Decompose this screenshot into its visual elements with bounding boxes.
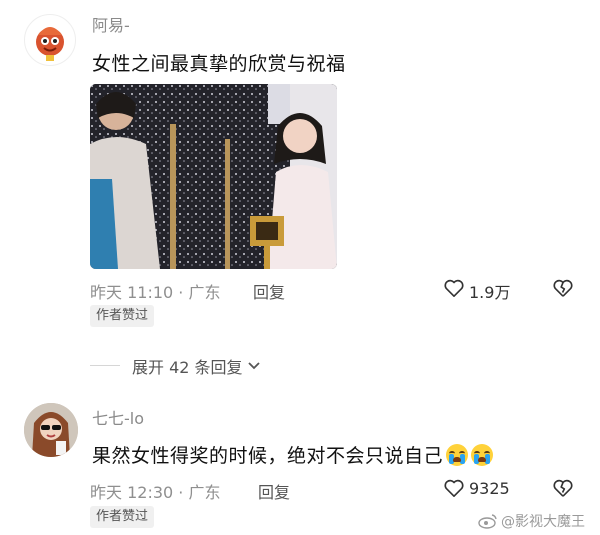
- crying-face-emoji: [471, 444, 494, 466]
- heart-outline-icon[interactable]: [443, 478, 465, 498]
- broken-heart-icon[interactable]: [552, 478, 574, 498]
- broken-heart-icon[interactable]: [552, 278, 574, 298]
- reply-button[interactable]: 回复: [253, 279, 285, 303]
- watermark: @影视大魔王: [478, 511, 585, 531]
- comment-username[interactable]: 七七-lo: [92, 405, 144, 429]
- comment-username[interactable]: 阿易-: [92, 12, 130, 36]
- cartoon-avatar-icon: [36, 27, 64, 61]
- comment-meta: 昨天 11:10 · 广东: [90, 283, 221, 302]
- heart-outline-icon[interactable]: [443, 278, 465, 298]
- author-liked-badge: 作者赞过: [90, 506, 155, 528]
- comment-text: 果然女性得奖的时候，绝对不会只说自己: [92, 441, 494, 468]
- comment-text: 女性之间最真挚的欣赏与祝福: [92, 53, 346, 75]
- watermark-text: @影视大魔王: [501, 514, 585, 530]
- photo-avatar-icon: [24, 403, 78, 457]
- divider: [90, 365, 120, 366]
- weibo-logo-icon: [478, 513, 498, 529]
- author-liked-badge: 作者赞过: [90, 305, 155, 327]
- user-avatar-1[interactable]: [24, 14, 76, 66]
- expand-replies-label: 展开 42 条回复: [132, 358, 243, 377]
- user-avatar-2[interactable]: [24, 403, 78, 457]
- chevron-down-icon: [247, 361, 261, 371]
- like-count: 1.9万: [469, 283, 511, 302]
- comment-photo[interactable]: [90, 84, 337, 269]
- comment-text-content: 果然女性得奖的时候，绝对不会只说自己: [92, 445, 444, 467]
- comment-meta: 昨天 12:30 · 广东: [90, 483, 221, 502]
- reply-button[interactable]: 回复: [258, 479, 290, 503]
- award-ceremony-photo: [90, 84, 337, 269]
- expand-replies-button[interactable]: 展开 42 条回复: [132, 354, 261, 378]
- crying-face-emoji: [446, 444, 469, 466]
- like-count: 9325: [469, 479, 510, 498]
